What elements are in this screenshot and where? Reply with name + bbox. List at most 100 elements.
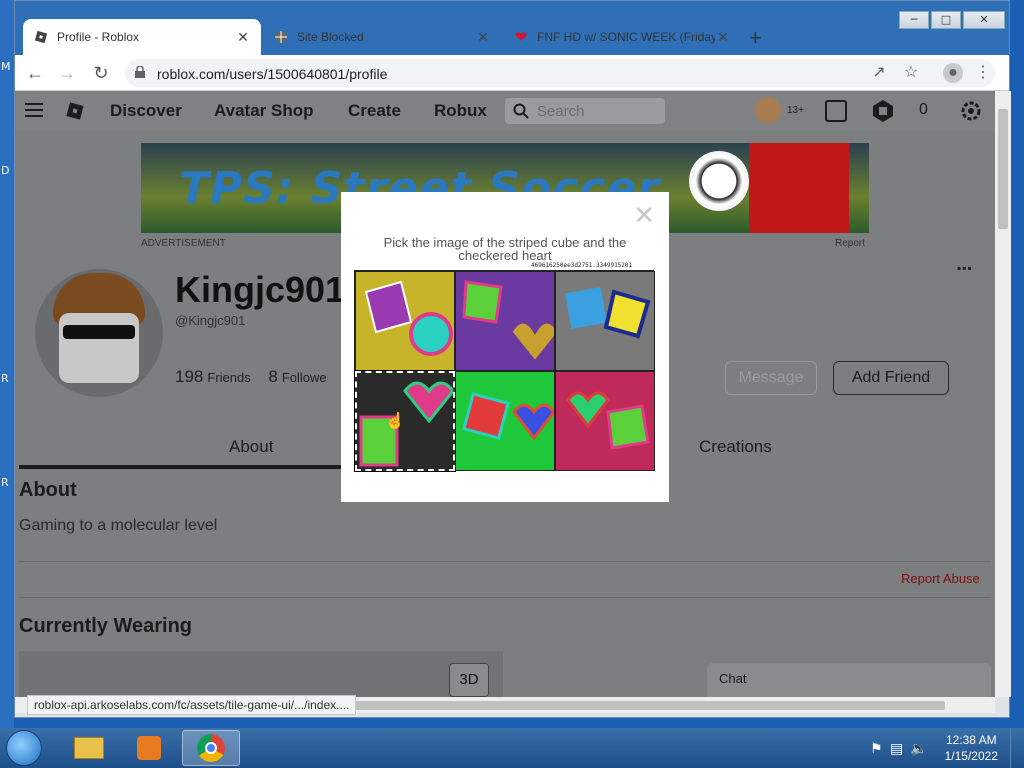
close-tab-icon[interactable]: ✕ (715, 29, 731, 46)
vertical-scrollbar[interactable] (995, 91, 1011, 697)
nav-avatar-shop[interactable]: Avatar Shop (214, 101, 314, 121)
sunglasses-icon (63, 325, 135, 339)
captcha-tile[interactable]: ☝ (354, 370, 456, 472)
robux-count: 0 (919, 101, 928, 118)
search-input[interactable]: Search (505, 98, 665, 124)
followers-label[interactable]: Followe (282, 370, 327, 385)
new-tab-button[interactable]: + (749, 25, 762, 51)
status-bar-url: roblox-api.arkoselabs.com/fc/assets/tile… (27, 695, 357, 715)
action-center-flag-icon[interactable]: ⚑ (870, 740, 883, 757)
more-options-icon[interactable]: ▪▪▪ (957, 261, 973, 275)
hamburger-icon[interactable] (25, 103, 43, 117)
nav-discover[interactable]: Discover (110, 101, 182, 121)
profile-display-name: Kingjc901 (175, 269, 346, 310)
friends-count[interactable]: 198 (175, 367, 203, 386)
explorer-icon[interactable] (60, 730, 118, 766)
clock-time: 12:38 AM (945, 733, 997, 747)
captcha-modal: ✕ Pick the image of the striped cube and… (341, 192, 669, 502)
captcha-tile[interactable] (555, 271, 655, 371)
add-friend-button[interactable]: Add Friend (833, 361, 949, 395)
message-button[interactable]: Message (725, 361, 817, 395)
scrollbar-thumb[interactable] (345, 701, 945, 710)
followers-count[interactable]: 8 (268, 367, 277, 386)
forward-arrow-icon[interactable]: → (55, 61, 79, 85)
tab-fnf-hd[interactable]: ❤ FNF HD w/ SONIC WEEK (Friday ✕ (503, 19, 741, 55)
start-button[interactable] (6, 730, 42, 766)
captcha-prompt: Pick the image of the striped cube and t… (383, 235, 627, 263)
nav-robux[interactable]: Robux (434, 101, 487, 121)
ad-label: ADVERTISEMENT (141, 238, 226, 249)
scrollbar-thumb[interactable] (998, 109, 1008, 229)
bookmark-star-icon[interactable]: ☆ (901, 63, 921, 83)
ad-report-link[interactable]: Report (835, 238, 865, 249)
tab-profile-roblox[interactable]: Profile - Roblox ✕ (23, 19, 261, 55)
captcha-tile-image (565, 287, 651, 339)
avatar-face (59, 313, 139, 383)
search-placeholder: Search (537, 103, 585, 120)
tab-title: Profile - Roblox (57, 30, 140, 44)
captcha-tile-image (462, 392, 554, 441)
divider (19, 597, 991, 598)
close-tab-icon[interactable]: ✕ (475, 29, 491, 46)
age-badge: 13+ (787, 105, 804, 116)
captcha-ticket-id: 469616250ee3d2751.3349915201 (531, 262, 633, 269)
chat-panel[interactable]: Chat (707, 663, 991, 697)
tab-site-blocked[interactable]: Site Blocked ✕ (263, 19, 501, 55)
desktop-edge: M D R R (0, 0, 14, 728)
hand-cursor-icon: ☝ (385, 413, 405, 430)
url-text: roblox.com/users/1500640801/profile (157, 66, 388, 82)
search-icon (513, 103, 529, 119)
friends-label[interactable]: Friends (207, 370, 250, 385)
menu-kebab-icon[interactable]: ⋮ (973, 63, 993, 83)
tab-title: Site Blocked (297, 30, 364, 44)
divider (19, 561, 991, 562)
taskbar: ⚑ ▤ 🔈 12:38 AM 1/15/2022 (0, 728, 1024, 768)
roblox-logo-icon[interactable] (65, 101, 85, 121)
system-tray: ⚑ ▤ 🔈 12:38 AM 1/15/2022 (864, 728, 1024, 768)
show-desktop-button[interactable] (1010, 728, 1024, 768)
messages-icon[interactable] (825, 100, 847, 122)
network-icon[interactable]: ▤ (890, 740, 903, 757)
soccer-ball-image (689, 151, 749, 211)
user-avatar-thumb[interactable] (755, 97, 781, 123)
browser-toolbar: ← → ↻ roblox.com/users/1500640801/profil… (15, 55, 1009, 91)
captcha-tile-image (359, 381, 453, 467)
desktop-letter: D (1, 164, 10, 177)
about-description: Gaming to a molecular level (19, 517, 218, 534)
captcha-tile[interactable] (355, 271, 455, 371)
reload-icon[interactable]: ↻ (89, 61, 113, 85)
chrome-icon[interactable] (182, 730, 240, 766)
share-icon[interactable]: ↗ (869, 63, 889, 83)
volume-icon[interactable]: 🔈 (910, 740, 927, 757)
currently-wearing-heading: Currently Wearing (19, 615, 192, 637)
gear-icon[interactable] (959, 99, 983, 123)
report-abuse-link[interactable]: Report Abuse (901, 571, 980, 586)
desktop-letter: R (1, 476, 9, 489)
roblox-icon (33, 29, 49, 45)
robux-icon[interactable] (871, 99, 895, 123)
avatar-preview (19, 651, 503, 697)
media-player-icon[interactable] (120, 730, 178, 766)
about-heading: About (19, 479, 77, 501)
tab-about[interactable]: About (229, 437, 273, 457)
profile-username: @Kingjc901 (175, 313, 246, 328)
captcha-tile[interactable] (455, 371, 555, 471)
profile-avatar-icon[interactable]: ● (943, 63, 963, 83)
tab-creations[interactable]: Creations (699, 437, 772, 457)
captcha-tile-image (364, 280, 453, 356)
player-legs-image (749, 143, 849, 233)
address-bar[interactable]: roblox.com/users/1500640801/profile ↗ ☆ … (125, 59, 995, 87)
globe-icon (273, 29, 289, 45)
profile-stats: 198 Friends 8 Followe (175, 367, 327, 387)
tab-strip: Profile - Roblox ✕ Site Blocked ✕ ❤ FNF … (15, 19, 1009, 55)
back-arrow-icon[interactable]: ← (23, 61, 47, 85)
close-icon[interactable]: ✕ (633, 202, 655, 228)
toggle-3d-button[interactable]: 3D (449, 663, 489, 697)
desktop-letter: M (1, 60, 11, 73)
clock[interactable]: 12:38 AM 1/15/2022 (945, 732, 998, 764)
captcha-tile[interactable] (455, 271, 555, 371)
browser-window: ─ □ ✕ Profile - Roblox ✕ Site Blocked ✕ … (14, 0, 1011, 718)
close-tab-icon[interactable]: ✕ (235, 29, 251, 46)
nav-create[interactable]: Create (348, 101, 401, 121)
captcha-tile[interactable] (555, 371, 655, 471)
